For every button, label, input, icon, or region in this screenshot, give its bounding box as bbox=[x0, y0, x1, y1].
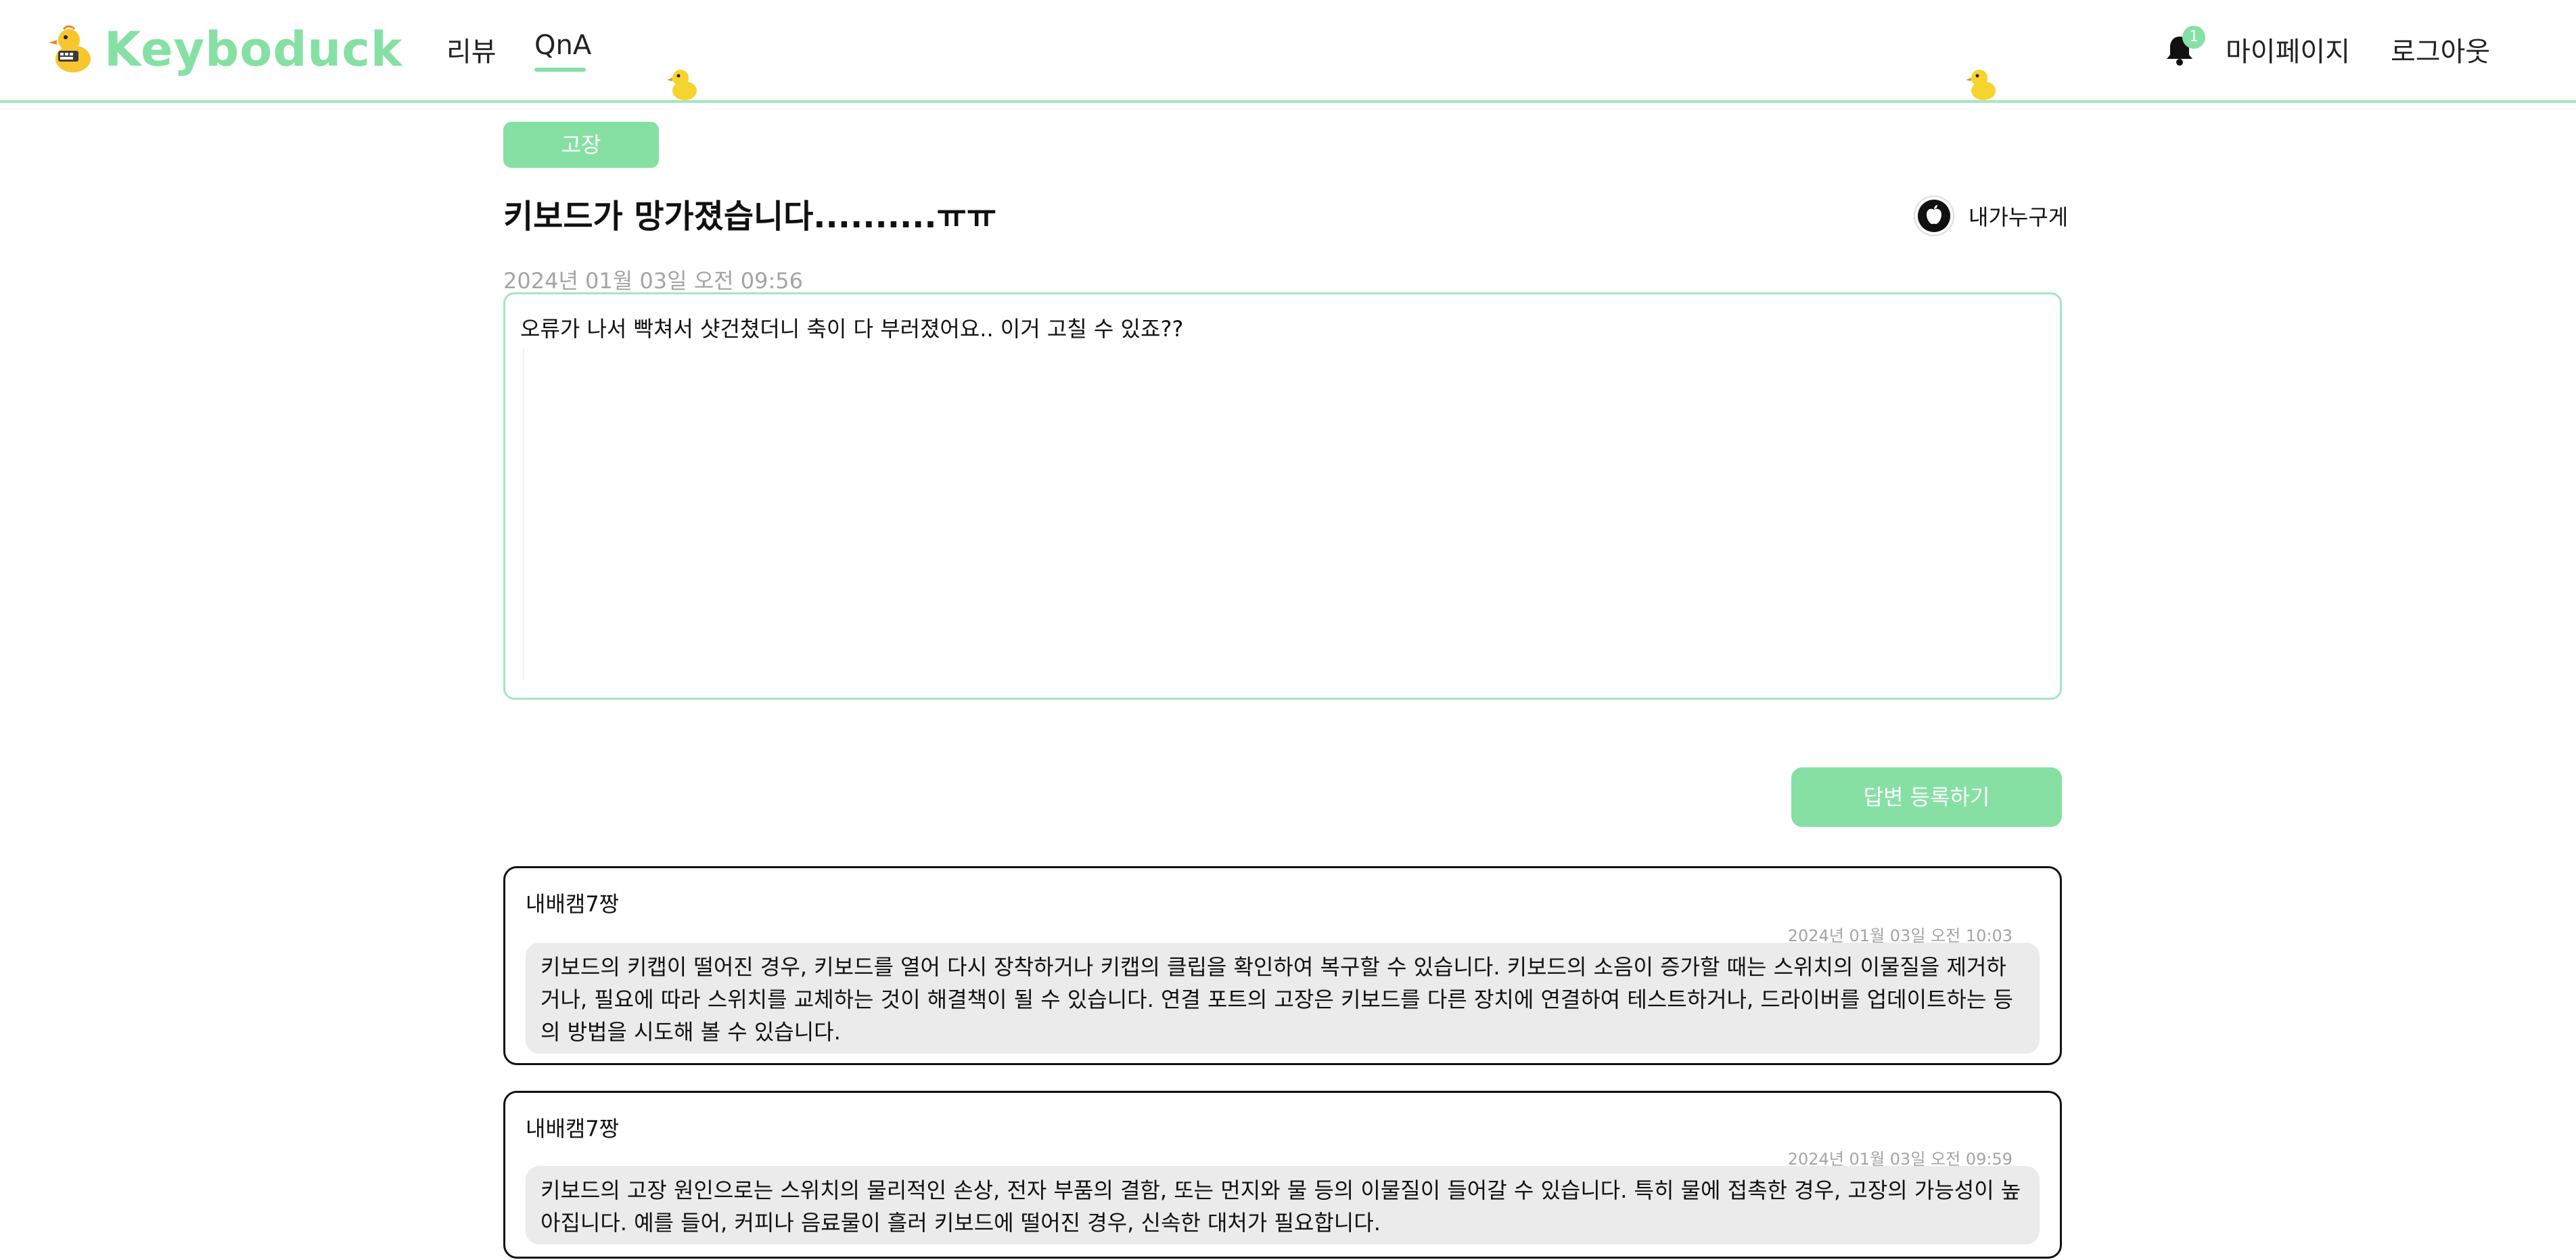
mypage-link[interactable]: 마이페이지 bbox=[2226, 30, 2350, 69]
answer-card: 내배캠7짱 2024년 01월 03일 오전 10:03 키보드의 키캡이 떨어… bbox=[503, 866, 2062, 1065]
content-divider bbox=[523, 348, 524, 680]
top-navigation-bar: Keyboduck 리뷰 QnA 1 마이페이지 로그아웃 bbox=[0, 0, 2576, 103]
duck-logo-icon bbox=[49, 25, 91, 72]
answer-card: 내배캠7짱 2024년 01월 03일 오전 09:59 키보드의 고장 원인으… bbox=[503, 1091, 2062, 1259]
nav-review[interactable]: 리뷰 bbox=[446, 30, 497, 69]
post-content-box: 오류가 나서 빡쳐서 샷건쳤더니 축이 다 부러졌어요.. 이거 고칠 수 있죠… bbox=[503, 292, 2062, 700]
notification-count-badge: 1 bbox=[2182, 26, 2205, 49]
answer-author: 내배캠7짱 bbox=[526, 1116, 620, 1142]
post-author-name: 내가누구게 bbox=[1969, 204, 2069, 230]
duck-icon bbox=[667, 70, 697, 100]
logo-text: Keyboduck bbox=[104, 22, 403, 77]
nav-qna[interactable]: QnA bbox=[534, 30, 591, 61]
register-answer-button[interactable]: 답변 등록하기 bbox=[1791, 767, 2062, 827]
answer-author: 내배캠7짱 bbox=[526, 891, 620, 917]
post-date: 2024년 01월 03일 오전 09:56 bbox=[503, 268, 803, 294]
apple-icon bbox=[1914, 196, 1954, 236]
logo-link[interactable]: Keyboduck bbox=[47, 19, 402, 80]
category-tag: 고장 bbox=[503, 122, 659, 168]
active-nav-indicator bbox=[534, 68, 586, 72]
post-author: 내가누구게 bbox=[1913, 195, 2068, 237]
post-content-text: 오류가 나서 빡쳐서 샷건쳤더니 축이 다 부러졌어요.. 이거 고칠 수 있죠… bbox=[520, 316, 1184, 342]
post-title: 키보드가 망가졌습니다..........ㅠㅠ bbox=[503, 198, 996, 235]
answer-body: 키보드의 키캡이 떨어진 경우, 키보드를 열어 다시 장착하거나 키캡의 클립… bbox=[526, 943, 2040, 1054]
logout-link[interactable]: 로그아웃 bbox=[2391, 30, 2490, 69]
duck-icon bbox=[1966, 70, 1996, 100]
answer-body: 키보드의 고장 원인으로는 스위치의 물리적인 손상, 전자 부품의 결함, 또… bbox=[526, 1166, 2040, 1244]
